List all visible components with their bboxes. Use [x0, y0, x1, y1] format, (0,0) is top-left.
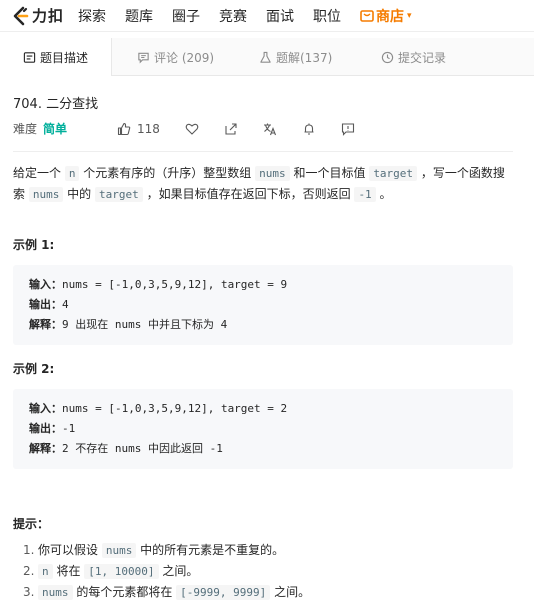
example-2-block: 输入：nums = [-1,0,3,5,9,12], target = 2 输出… [13, 389, 513, 469]
desc-text: ，如果目标值存在返回下标，否则返回 [146, 187, 351, 201]
top-navbar: 力扣 探索 题库 圈子 竞赛 面试 职位 商店 ▾ [0, 0, 534, 32]
clock-icon [381, 51, 394, 63]
example-input-line: 输入：nums = [-1,0,3,5,9,12], target = 2 [29, 399, 497, 419]
example-1-block: 输入：nums = [-1,0,3,5,9,12], target = 9 输出… [13, 265, 513, 345]
chevron-down-icon: ▾ [407, 10, 412, 21]
inline-code: [-9999, 9999] [176, 585, 271, 600]
problem-description: 给定一个 n 个元素有序的（升序）整型数组 nums 和一个目标值 target… [13, 163, 513, 205]
inline-code: nums [255, 166, 290, 181]
explain-value: 2 不存在 nums 中因此返回 -1 [62, 442, 223, 455]
output-label: 输出： [29, 422, 62, 435]
heart-icon [185, 123, 199, 135]
desc-text: 个元素有序的（升序）整型数组 [83, 166, 252, 180]
nav-jobs[interactable]: 职位 [313, 6, 341, 26]
feedback-button[interactable] [341, 122, 355, 136]
input-label: 输入： [29, 278, 62, 291]
nav-store[interactable]: 商店 ▾ [360, 6, 412, 26]
nav-explore[interactable]: 探索 [78, 6, 106, 26]
divider [13, 151, 513, 152]
list-item: 2. n 将在 [1, 10000] 之间。 [23, 561, 310, 582]
explain-label: 解释： [29, 318, 62, 331]
list-item: 3. nums 的每个元素都将在 [-9999, 9999] 之间。 [23, 582, 311, 603]
example-explain-line: 解释：9 出现在 nums 中并且下标为 4 [29, 315, 497, 335]
tab-solutions[interactable]: 题解(137) [259, 38, 332, 76]
leetcode-logo[interactable]: 力扣 [12, 5, 64, 26]
favorite-button[interactable] [185, 122, 199, 136]
tab-description[interactable]: 题目描述 [0, 38, 112, 76]
nav-contest[interactable]: 竞赛 [219, 6, 247, 26]
hint-text: 之间。 [162, 564, 199, 578]
logo-text: 力扣 [32, 7, 65, 25]
bell-icon [304, 123, 314, 135]
difficulty-label: 难度 [13, 122, 38, 136]
input-label: 输入： [29, 402, 62, 415]
hints-list: 1. 你可以假设 nums 中的所有元素是不重复的。 2. n 将在 [1, 100… [23, 540, 311, 603]
inline-code: -1 [354, 187, 376, 202]
share-icon [225, 122, 237, 135]
thumbs-up-icon [117, 122, 131, 135]
store-icon [360, 9, 374, 22]
example-1-heading: 示例 1: [13, 238, 55, 252]
hint-text: 你可以假设 [38, 543, 99, 557]
translate-button[interactable] [263, 122, 277, 136]
nav-store-label: 商店 [376, 8, 405, 25]
hint-text: 中的所有元素是不重复的。 [140, 543, 285, 557]
difficulty-badge: 简单 [43, 122, 68, 136]
hint-text: 将在 [56, 564, 81, 578]
desc-text: 中的 [67, 187, 92, 201]
inline-code: n [64, 166, 80, 181]
nav-problemset[interactable]: 题库 [125, 6, 153, 26]
hint-text: 的每个元素都将在 [76, 585, 173, 599]
description-icon [23, 51, 36, 63]
translate-icon [263, 123, 276, 135]
list-number: 2. [23, 564, 35, 578]
feedback-icon [341, 122, 354, 136]
inline-code: n [38, 564, 53, 579]
tab-submissions[interactable]: 提交记录 [381, 38, 446, 76]
comment-icon [138, 52, 149, 63]
flask-icon [260, 51, 271, 63]
inline-code: target [369, 166, 418, 181]
input-value: nums = [-1,0,3,5,9,12], target = 9 [62, 278, 288, 291]
input-value: nums = [-1,0,3,5,9,12], target = 2 [62, 402, 288, 415]
inline-code: nums [38, 585, 73, 600]
share-button[interactable] [224, 122, 238, 136]
explain-value: 9 出现在 nums 中并且下标为 4 [62, 318, 228, 331]
inline-code: [1, 10000] [84, 564, 159, 579]
list-item: 1. 你可以假设 nums 中的所有元素是不重复的。 [23, 540, 310, 561]
desc-text: 给定一个 [13, 166, 62, 180]
example-2-heading: 示例 2: [13, 362, 55, 376]
tab-description-label: 题目描述 [39, 50, 88, 65]
list-number: 3. [23, 585, 35, 599]
tab-comments-label: 评论 (209) [154, 50, 215, 65]
explain-label: 解释： [29, 442, 62, 455]
nav-circle[interactable]: 圈子 [172, 6, 200, 26]
hints-heading: 提示： [13, 517, 50, 531]
example-explain-line: 解释：2 不存在 nums 中因此返回 -1 [29, 439, 497, 459]
notify-button[interactable] [302, 122, 316, 136]
example-output-line: 输出：-1 [29, 419, 497, 439]
output-value: -1 [62, 422, 76, 435]
inline-code: nums [101, 543, 137, 558]
leetcode-logo-icon [13, 6, 29, 25]
output-label: 输出： [29, 298, 62, 311]
problem-title: 704. 二分查找 [13, 97, 99, 112]
tab-solutions-label: 题解(137) [276, 50, 333, 65]
problem-tabs: 题目描述 评论 (209) 题解(137) 提交记录 [0, 38, 534, 76]
like-button[interactable]: 118 [117, 122, 160, 136]
problem-meta: 难度 简单 118 [13, 120, 355, 137]
desc-text: 。 [379, 187, 392, 201]
example-input-line: 输入：nums = [-1,0,3,5,9,12], target = 9 [29, 275, 497, 295]
output-value: 4 [62, 298, 69, 311]
hint-text: 之间。 [274, 585, 311, 599]
desc-text: 和一个目标值 [293, 166, 366, 180]
list-number: 1. [23, 543, 35, 557]
example-output-line: 输出：4 [29, 295, 497, 315]
nav-interview[interactable]: 面试 [266, 6, 294, 26]
tab-comments[interactable]: 评论 (209) [137, 38, 214, 76]
tab-submissions-label: 提交记录 [398, 50, 447, 65]
inline-code: nums [28, 187, 64, 202]
like-count: 118 [137, 121, 160, 136]
inline-code: target [95, 187, 143, 202]
